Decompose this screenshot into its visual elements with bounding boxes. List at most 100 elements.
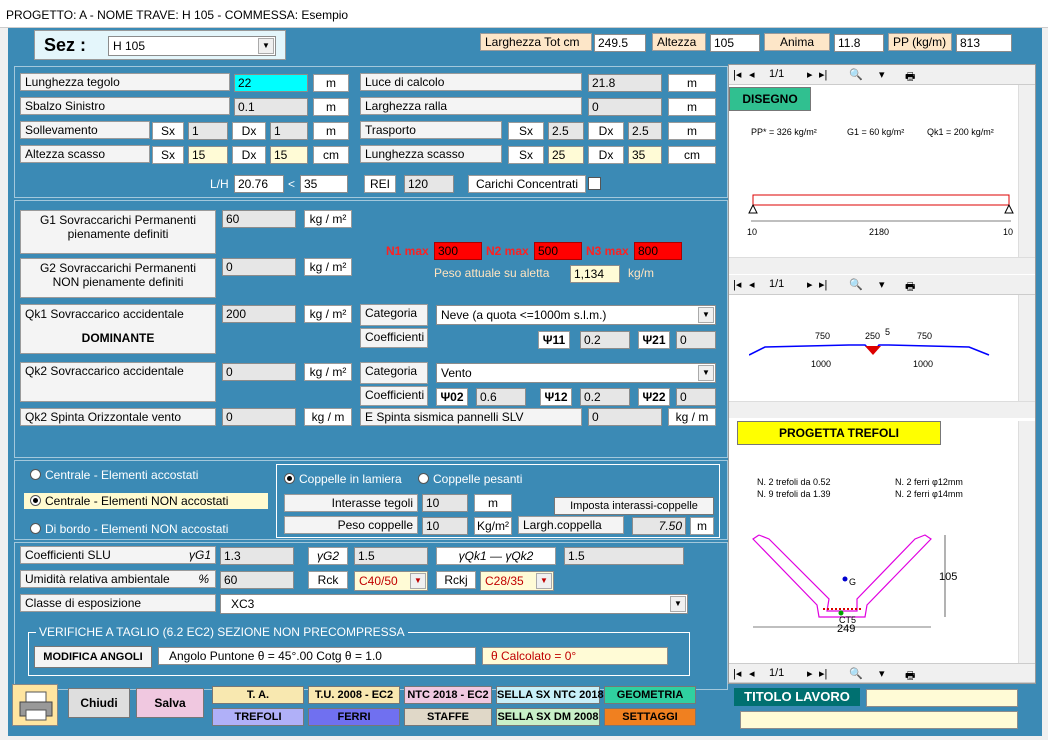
interasse-input[interactable]: 10 bbox=[422, 494, 468, 512]
rckj-value: C28/35 bbox=[485, 574, 524, 588]
opt-bordo-non-accostati[interactable]: Di bordo - Elementi NON accostati bbox=[30, 522, 228, 536]
zoom-icon[interactable]: 🔍 bbox=[849, 68, 863, 81]
qk2-categoria-value: Vento bbox=[441, 366, 472, 380]
lung-scasso-dx-input[interactable]: 35 bbox=[628, 146, 662, 164]
vscroll-1[interactable] bbox=[1018, 85, 1035, 257]
support-right bbox=[1004, 203, 1014, 214]
disegno-button[interactable]: DISEGNO bbox=[729, 87, 811, 111]
ralla-input[interactable]: 0 bbox=[588, 98, 662, 116]
qk2-categoria-select[interactable]: Vento ▼ bbox=[436, 363, 716, 383]
salva-button[interactable]: Salva bbox=[136, 688, 204, 718]
slu-g2-value[interactable]: 1.5 bbox=[354, 547, 428, 565]
settaggi-button[interactable]: SETTAGGI bbox=[604, 708, 696, 726]
prev-page-icon[interactable]: ◂ bbox=[749, 278, 755, 291]
chevron-down-icon[interactable]: ▾ bbox=[879, 68, 885, 81]
sollevamento-dx-input[interactable]: 1 bbox=[270, 122, 308, 140]
progetta-trefoli-button[interactable]: PROGETTA TREFOLI bbox=[737, 421, 941, 445]
rckj-select[interactable]: C28/35 ▼ bbox=[480, 571, 554, 591]
printer-icon[interactable]: 🖶 bbox=[905, 68, 915, 87]
rck-select[interactable]: C40/50 ▼ bbox=[354, 571, 428, 591]
lh-limit-input[interactable]: 35 bbox=[300, 175, 348, 193]
last-page-icon[interactable]: ▸| bbox=[819, 667, 827, 680]
psi12-value: 0.2 bbox=[580, 388, 630, 406]
chevron-down-icon[interactable]: ▾ bbox=[879, 278, 885, 291]
peso-copp-input[interactable]: 10 bbox=[422, 517, 468, 535]
ferri-button[interactable]: FERRI bbox=[308, 708, 400, 726]
g1-input[interactable]: 60 bbox=[222, 210, 296, 228]
trasporto-dx-input[interactable]: 2.5 bbox=[628, 122, 662, 140]
zoom-icon[interactable]: 🔍 bbox=[849, 667, 863, 680]
qk1-categoria-select[interactable]: Neve (a quota <=1000m s.l.m.) ▼ bbox=[436, 305, 716, 325]
copp-lamiera-radio[interactable]: Coppelle in lamiera bbox=[284, 472, 402, 486]
copp-pesanti-radio[interactable]: Coppelle pesanti bbox=[418, 472, 522, 486]
altezza-scasso-sx-input[interactable]: 15 bbox=[188, 146, 228, 164]
larghezza-value[interactable]: 249.5 bbox=[594, 34, 646, 52]
prev-page-icon[interactable]: ◂ bbox=[749, 68, 755, 81]
qk1-input[interactable]: 200 bbox=[222, 305, 296, 323]
zoom-icon[interactable]: 🔍 bbox=[849, 278, 863, 291]
sbalzo-input[interactable]: 0.1 bbox=[234, 98, 308, 116]
first-page-icon[interactable]: |◂ bbox=[733, 68, 741, 81]
imposta-interassi-button[interactable]: Imposta interassi-coppelle bbox=[554, 497, 714, 515]
print-button[interactable] bbox=[12, 684, 58, 726]
altezza-value[interactable]: 105 bbox=[710, 34, 760, 52]
qk1-line2: DOMINANTE bbox=[81, 331, 155, 345]
chiudi-button[interactable]: Chiudi bbox=[68, 688, 130, 718]
ntc2018-button[interactable]: NTC 2018 - EC2 bbox=[404, 686, 492, 704]
first-page-icon[interactable]: |◂ bbox=[733, 278, 741, 291]
titolo-lavoro-input-2[interactable] bbox=[740, 711, 1018, 729]
trefoli-line2: N. 9 trefoli da 1.39 bbox=[757, 489, 831, 499]
opt-centrale-accostati[interactable]: Centrale - Elementi accostati bbox=[30, 468, 198, 482]
titolo-lavoro-input-1[interactable] bbox=[866, 689, 1018, 707]
lung-scasso-sx-input[interactable]: 25 bbox=[548, 146, 584, 164]
sella-dm-button[interactable]: SELLA SX DM 2008 bbox=[496, 708, 600, 726]
qk1-categoria-value: Neve (a quota <=1000m s.l.m.) bbox=[441, 308, 607, 322]
trasporto-sx-input[interactable]: 2.5 bbox=[548, 122, 584, 140]
sec-750b: 750 bbox=[917, 331, 933, 341]
hscroll-1[interactable] bbox=[729, 257, 1035, 274]
last-page-icon[interactable]: ▸| bbox=[819, 68, 827, 81]
pp-value[interactable]: 813 bbox=[956, 34, 1012, 52]
next-page-icon[interactable]: ▸ bbox=[807, 68, 813, 81]
lunghezza-input[interactable]: 22 bbox=[234, 74, 308, 92]
geometria-button[interactable]: GEOMETRIA bbox=[604, 686, 696, 704]
slu-g1-value[interactable]: 1.3 bbox=[220, 547, 294, 565]
prev-page-icon[interactable]: ◂ bbox=[749, 667, 755, 680]
ta-button[interactable]: T. A. bbox=[212, 686, 304, 704]
next-page-icon[interactable]: ▸ bbox=[807, 278, 813, 291]
vscroll-3[interactable] bbox=[1018, 421, 1035, 663]
next-page-icon[interactable]: ▸ bbox=[807, 667, 813, 680]
opt3-label: Di bordo - Elementi NON accostati bbox=[45, 522, 229, 536]
sollevamento-sx-input[interactable]: 1 bbox=[188, 122, 228, 140]
first-page-icon[interactable]: |◂ bbox=[733, 667, 741, 680]
printer-icon[interactable]: 🖶 bbox=[905, 667, 915, 686]
psi22-value: 0 bbox=[676, 388, 716, 406]
slu-qk-value[interactable]: 1.5 bbox=[564, 547, 684, 565]
modifica-angoli-button[interactable]: MODIFICA ANGOLI bbox=[34, 646, 152, 668]
g2-input[interactable]: 0 bbox=[222, 258, 296, 276]
qk2-input[interactable]: 0 bbox=[222, 363, 296, 381]
altezza-scasso-dx-input[interactable]: 15 bbox=[270, 146, 308, 164]
printer-icon bbox=[19, 691, 53, 721]
psi21-label: Ψ21 bbox=[638, 331, 670, 349]
umidita-input[interactable]: 60 bbox=[220, 571, 294, 589]
sez-select[interactable]: H 105 ▼ bbox=[108, 36, 276, 56]
vscroll-2[interactable] bbox=[1018, 295, 1035, 401]
sella-ntc-button[interactable]: SELLA SX NTC 2018 bbox=[496, 686, 604, 704]
largh-coppella-input[interactable]: 7.50 bbox=[632, 517, 686, 535]
sisma-input[interactable]: 0 bbox=[588, 408, 662, 426]
page-indicator-2: 1/1 bbox=[769, 278, 785, 290]
staffe-button[interactable]: STAFFE bbox=[404, 708, 492, 726]
last-page-icon[interactable]: ▸| bbox=[819, 278, 827, 291]
classe-select[interactable]: XC3 ▼ bbox=[220, 594, 688, 614]
chevron-down-icon[interactable]: ▾ bbox=[879, 667, 885, 680]
qk2-vento-input[interactable]: 0 bbox=[222, 408, 296, 426]
trefoli-button[interactable]: TREFOLI bbox=[212, 708, 304, 726]
printer-icon[interactable]: 🖶 bbox=[905, 278, 915, 297]
tu2008-button[interactable]: T.U. 2008 - EC2 bbox=[308, 686, 400, 704]
hscroll-2[interactable] bbox=[729, 401, 1035, 418]
opt-centrale-non-accostati[interactable]: Centrale - Elementi NON accostati bbox=[24, 493, 268, 509]
anima-value[interactable]: 11.8 bbox=[834, 34, 884, 52]
peso-value: 1,134 bbox=[570, 265, 620, 283]
carichi-checkbox[interactable] bbox=[588, 177, 601, 190]
